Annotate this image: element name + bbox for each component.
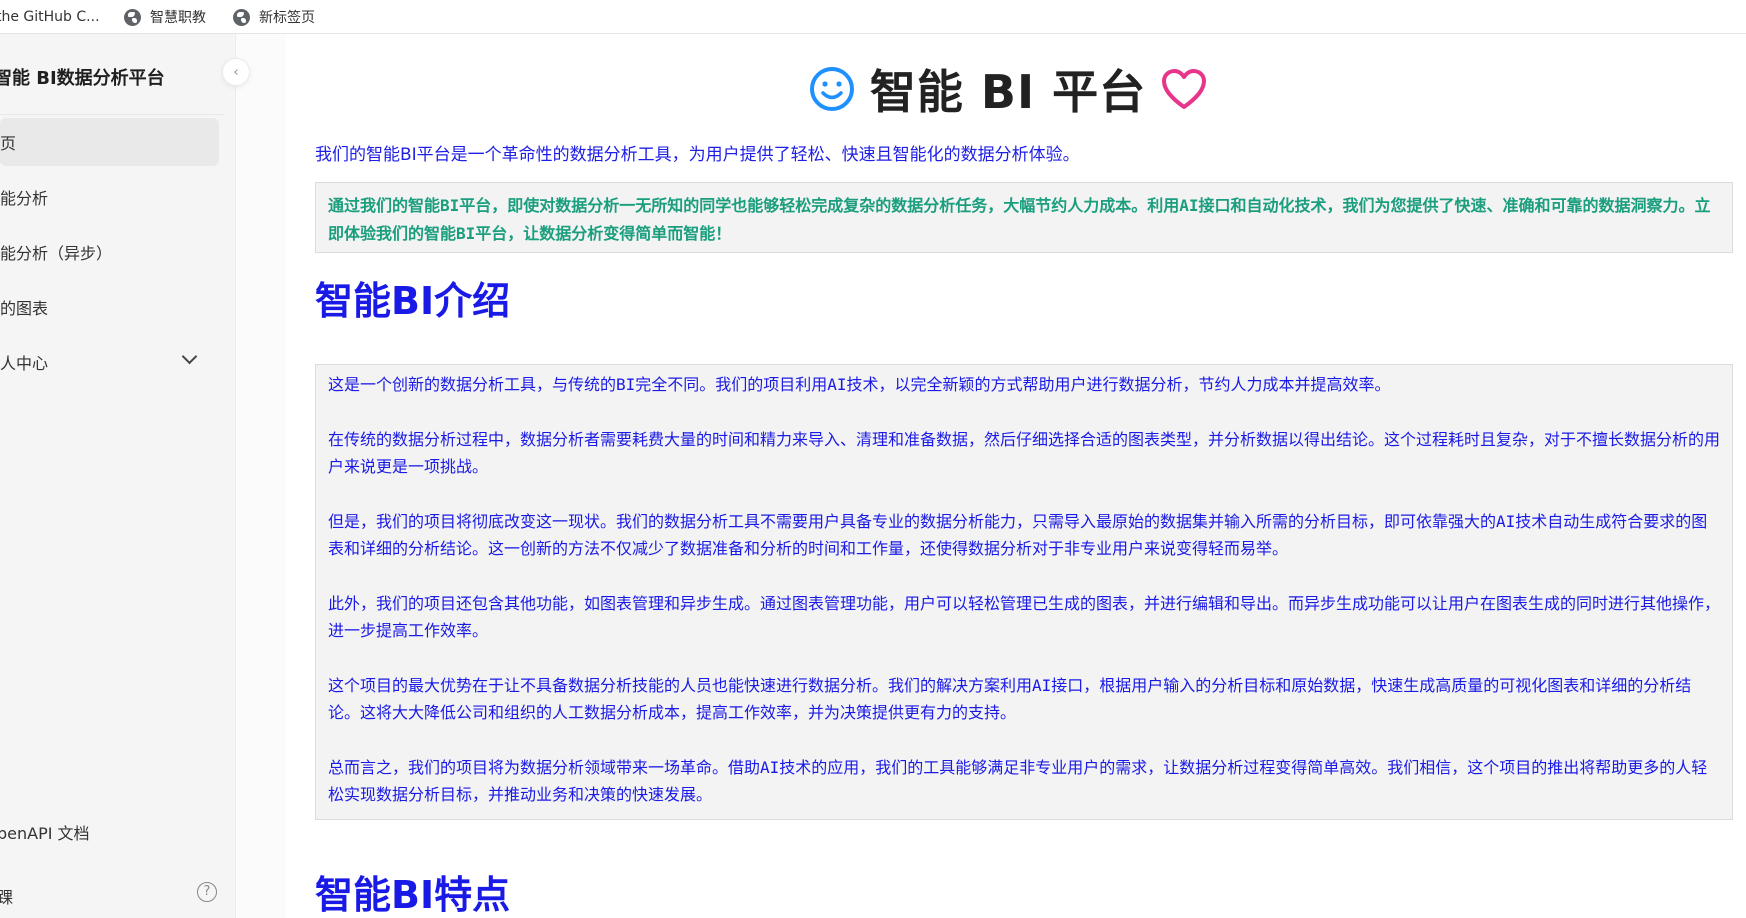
sidebar-item-user-center[interactable]: 人中心 [0,338,220,386]
question-circle-icon[interactable]: ? [197,882,217,902]
highlight-block: 通过我们的智能BI平台，即使对数据分析一无所知的同学也能够轻松完成复杂的数据分析… [315,182,1733,253]
paragraph: 但是，我们的项目将彻底改变这一现状。我们的数据分析工具不需要用户具备专业的数据分… [328,512,1708,558]
sidebar-item-label: 能分析 [0,189,49,208]
sidebar-item-smart-analysis[interactable]: 能分析 [0,173,220,221]
sidebar-item-label: 人中心 [0,354,49,373]
chevron-down-icon [181,348,198,365]
sidebar-item-label: 页 [0,134,17,153]
sidebar-item-label: penAPI 文档 [0,824,90,843]
app-title: 智能 BI数据分析平台 [0,68,165,89]
sidebar-item-openapi-docs[interactable]: penAPI 文档 [0,820,90,844]
paragraph: 在传统的数据分析过程中，数据分析者需要耗费大量的时间和精力来导入、清理和准备数据… [328,430,1721,476]
hero: 智能 BI 平台 [286,56,1730,119]
intro-block: 这是一个创新的数据分析工具，与传统的BI完全不同。我们的项目利用AI技术，以完全… [315,364,1733,820]
bookmark-zhihuizhijiao[interactable]: 智慧职教 [124,0,206,34]
sidebar-gutter [236,34,286,918]
bookmark-label: the GitHub C... [0,9,100,25]
paragraph: 这是一个创新的数据分析工具，与传统的BI完全不同。我们的项目利用AI技术，以完全… [328,375,1391,394]
smile-icon [809,67,854,111]
heart-icon [1162,69,1207,109]
intro-text: 我们的智能BI平台是一个革命性的数据分析工具，为用户提供了轻松、快速且智能化的数… [315,145,1080,165]
sidebar-item-my-charts[interactable]: 的图表 [0,283,220,331]
section-title-intro: 智能BI介绍 [315,279,511,323]
paragraph: 总而言之，我们的项目将为数据分析领域带来一场革命。借助AI技术的应用，我们的工具… [328,758,1708,804]
page-title: 智能 BI 平台 [869,65,1147,119]
sidebar-collapse-button[interactable]: ‹ [222,58,250,86]
bookmark-new-tab[interactable]: 新标签页 [233,0,315,34]
sidebar-menu: 页 能分析 能分析（异步） 的图表 人中心 [0,118,220,393]
bookmarks-bar: the GitHub C... 智慧职教 新标签页 [0,0,1746,34]
main-content: 智能 BI 平台 我们的智能BI平台是一个革命性的数据分析工具，为用户提供了轻松… [286,34,1746,918]
bookmark-github[interactable]: the GitHub C... [0,0,100,34]
bookmark-label: 智慧职教 [150,10,206,26]
globe-icon [233,8,250,26]
sidebar-item-home[interactable]: 页 [0,118,219,166]
chevron-left-icon: ‹ [233,64,239,80]
bookmark-label: 新标签页 [259,10,315,26]
sidebar-item-footer[interactable]: 踝 [0,884,13,908]
globe-icon [124,8,141,26]
paragraph: 这个项目的最大优势在于让不具备数据分析技能的人员也能快速进行数据分析。我们的解决… [328,676,1692,722]
sidebar-divider [0,114,224,115]
sidebar-item-label: 踝 [0,888,14,907]
sidebar-item-label: 的图表 [0,299,49,318]
sidebar-item-label: 能分析（异步） [0,244,113,263]
sidebar-item-smart-analysis-async[interactable]: 能分析（异步） [0,228,220,276]
paragraph: 此外，我们的项目还包含其他功能，如图表管理和异步生成。通过图表管理功能，用户可以… [328,594,1721,640]
section-title-features: 智能BI特点 [315,873,511,917]
